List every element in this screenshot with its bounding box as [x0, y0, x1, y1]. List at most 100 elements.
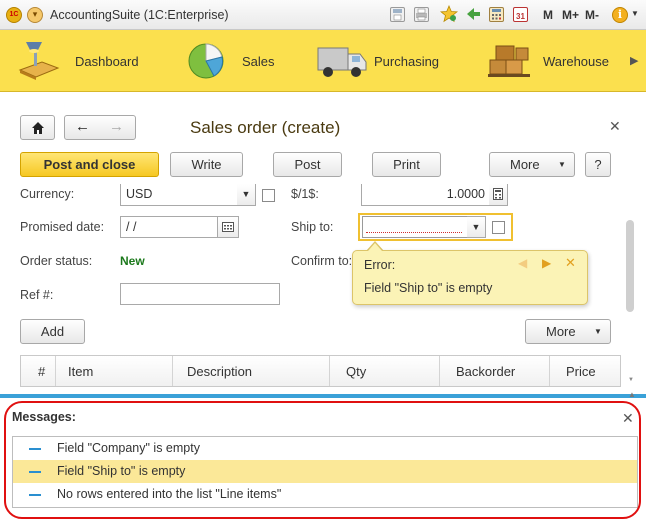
column-price[interactable]: Price: [566, 364, 596, 379]
column-item[interactable]: Item: [68, 364, 93, 379]
memory-minus-button[interactable]: M-: [585, 8, 599, 22]
post-button[interactable]: Post: [273, 152, 342, 177]
calculator-icon: [493, 188, 503, 200]
post-and-close-button[interactable]: Post and close: [20, 152, 159, 177]
column-description[interactable]: Description: [187, 364, 252, 379]
scrollbar-thumb[interactable]: [626, 220, 634, 312]
table-more-label: More: [546, 324, 576, 339]
ship-to-field[interactable]: [362, 216, 468, 238]
add-row-button[interactable]: Add: [20, 319, 85, 344]
calculator-button[interactable]: [489, 184, 508, 206]
rate-field[interactable]: 1.0000: [361, 184, 490, 206]
error-underline: [366, 232, 462, 233]
print-button[interactable]: Print: [372, 152, 441, 177]
section-warehouse-label: Warehouse: [543, 54, 609, 69]
tooltip-title: Error:: [364, 258, 396, 272]
history-icon[interactable]: [464, 5, 482, 23]
close-messages-icon[interactable]: ✕: [622, 410, 634, 427]
tooltip-prev-icon[interactable]: ◀: [518, 256, 527, 270]
currency-label: Currency:: [20, 187, 75, 201]
info-icon[interactable]: i: [612, 7, 628, 23]
promised-date-field[interactable]: / /: [120, 216, 218, 238]
title-bar: 1C ▾ AccountingSuite (1C:Enterprise) 31 …: [0, 0, 646, 30]
chevron-down-icon: ▼: [471, 222, 481, 232]
column-separator: [172, 356, 173, 386]
ship-to-label: Ship to:: [291, 220, 334, 234]
section-purchasing[interactable]: Purchasing: [312, 30, 452, 92]
main-menu-button[interactable]: ▾: [27, 7, 43, 23]
boxes-icon: [486, 40, 534, 80]
section-dashboard[interactable]: Dashboard: [10, 30, 150, 92]
chevron-down-icon: ▼: [241, 189, 251, 199]
order-status-label: Order status:: [20, 254, 93, 268]
tooltip-message: Field "Ship to" is empty: [364, 281, 493, 295]
window-title: AccountingSuite (1C:Enterprise): [50, 8, 229, 22]
pie-chart-icon: [184, 40, 228, 80]
form-title: Sales order (create): [190, 118, 341, 137]
message-dash-icon: [29, 448, 41, 450]
chevron-down-icon[interactable]: ▼: [631, 9, 639, 18]
message-dash-icon: [29, 494, 41, 496]
calendar-icon[interactable]: 31: [513, 7, 528, 22]
ship-to-dropdown-button[interactable]: ▼: [467, 216, 486, 238]
back-arrow-icon[interactable]: ←: [75, 115, 90, 138]
favorites-star-icon[interactable]: [439, 4, 459, 23]
ref-label: Ref #:: [20, 288, 54, 302]
currency-field[interactable]: USD: [120, 184, 238, 206]
table-more-button[interactable]: More ▼: [525, 319, 611, 344]
section-warehouse[interactable]: Warehouse: [484, 30, 624, 92]
column-qty[interactable]: Qty: [346, 364, 366, 379]
message-item[interactable]: Field "Company" is empty: [13, 437, 637, 460]
message-text: Field "Company" is empty: [57, 441, 200, 455]
column-separator: [549, 356, 550, 386]
message-item[interactable]: No rows entered into the list "Line item…: [13, 483, 637, 506]
section-purchasing-label: Purchasing: [374, 54, 440, 69]
calculator-icon[interactable]: [489, 7, 504, 22]
messages-list: Field "Company" is empty Field "Ship to"…: [12, 436, 638, 508]
date-picker-button[interactable]: [217, 216, 239, 238]
tooltip-close-icon[interactable]: ✕: [565, 255, 576, 271]
close-form-icon[interactable]: ✕: [609, 118, 621, 135]
column-separator: [55, 356, 56, 386]
form-scrollbar[interactable]: [626, 220, 636, 380]
home-icon: [31, 122, 44, 134]
open-icon[interactable]: [262, 189, 275, 202]
rate-label: $/1$:: [291, 187, 319, 201]
truck-icon: [316, 40, 368, 80]
chevron-down-icon: ▼: [558, 160, 566, 169]
save-icon[interactable]: [390, 7, 405, 22]
message-dash-icon: [29, 471, 41, 473]
sales-order-form: ← → Sales order (create) ✕ Post and clos…: [0, 93, 646, 393]
chevron-right-icon[interactable]: ▶: [630, 54, 638, 67]
order-status-value: New: [120, 254, 145, 268]
forward-arrow-icon[interactable]: →: [109, 115, 124, 138]
line-items-table-header: # Item Description Qty Backorder Price: [20, 355, 621, 387]
column-separator: [329, 356, 330, 386]
currency-dropdown-button[interactable]: ▼: [237, 184, 256, 206]
error-tooltip: Error: ◀ ▶ ✕ Field "Ship to" is empty: [352, 250, 588, 305]
messages-title: Messages:: [12, 410, 76, 424]
print-icon[interactable]: [414, 7, 429, 22]
column-number[interactable]: #: [38, 364, 45, 379]
section-dashboard-label: Dashboard: [75, 54, 139, 69]
message-text: Field "Ship to" is empty: [57, 464, 186, 478]
chevron-down-icon: ▼: [594, 327, 602, 336]
help-button[interactable]: ?: [585, 152, 611, 177]
open-icon[interactable]: [492, 221, 505, 234]
column-backorder[interactable]: Backorder: [456, 364, 515, 379]
message-item-selected[interactable]: Field "Ship to" is empty: [13, 460, 637, 483]
confirm-to-label: Confirm to:: [291, 254, 353, 268]
desk-lamp-icon: [16, 40, 60, 80]
write-button[interactable]: Write: [170, 152, 243, 177]
tooltip-next-icon[interactable]: ▶: [542, 256, 551, 270]
memory-plus-button[interactable]: M+: [562, 8, 579, 22]
column-separator: [439, 356, 440, 386]
more-button-label: More: [510, 157, 540, 172]
section-sales[interactable]: Sales: [180, 30, 290, 92]
sections-panel: Dashboard Sales Purchasing Warehouse ▶: [0, 30, 646, 92]
more-button[interactable]: More ▼: [489, 152, 575, 177]
home-button[interactable]: [20, 115, 55, 140]
tooltip-arrow-inner: [368, 243, 382, 251]
memory-button[interactable]: M: [543, 8, 553, 22]
ref-field[interactable]: [120, 283, 280, 305]
